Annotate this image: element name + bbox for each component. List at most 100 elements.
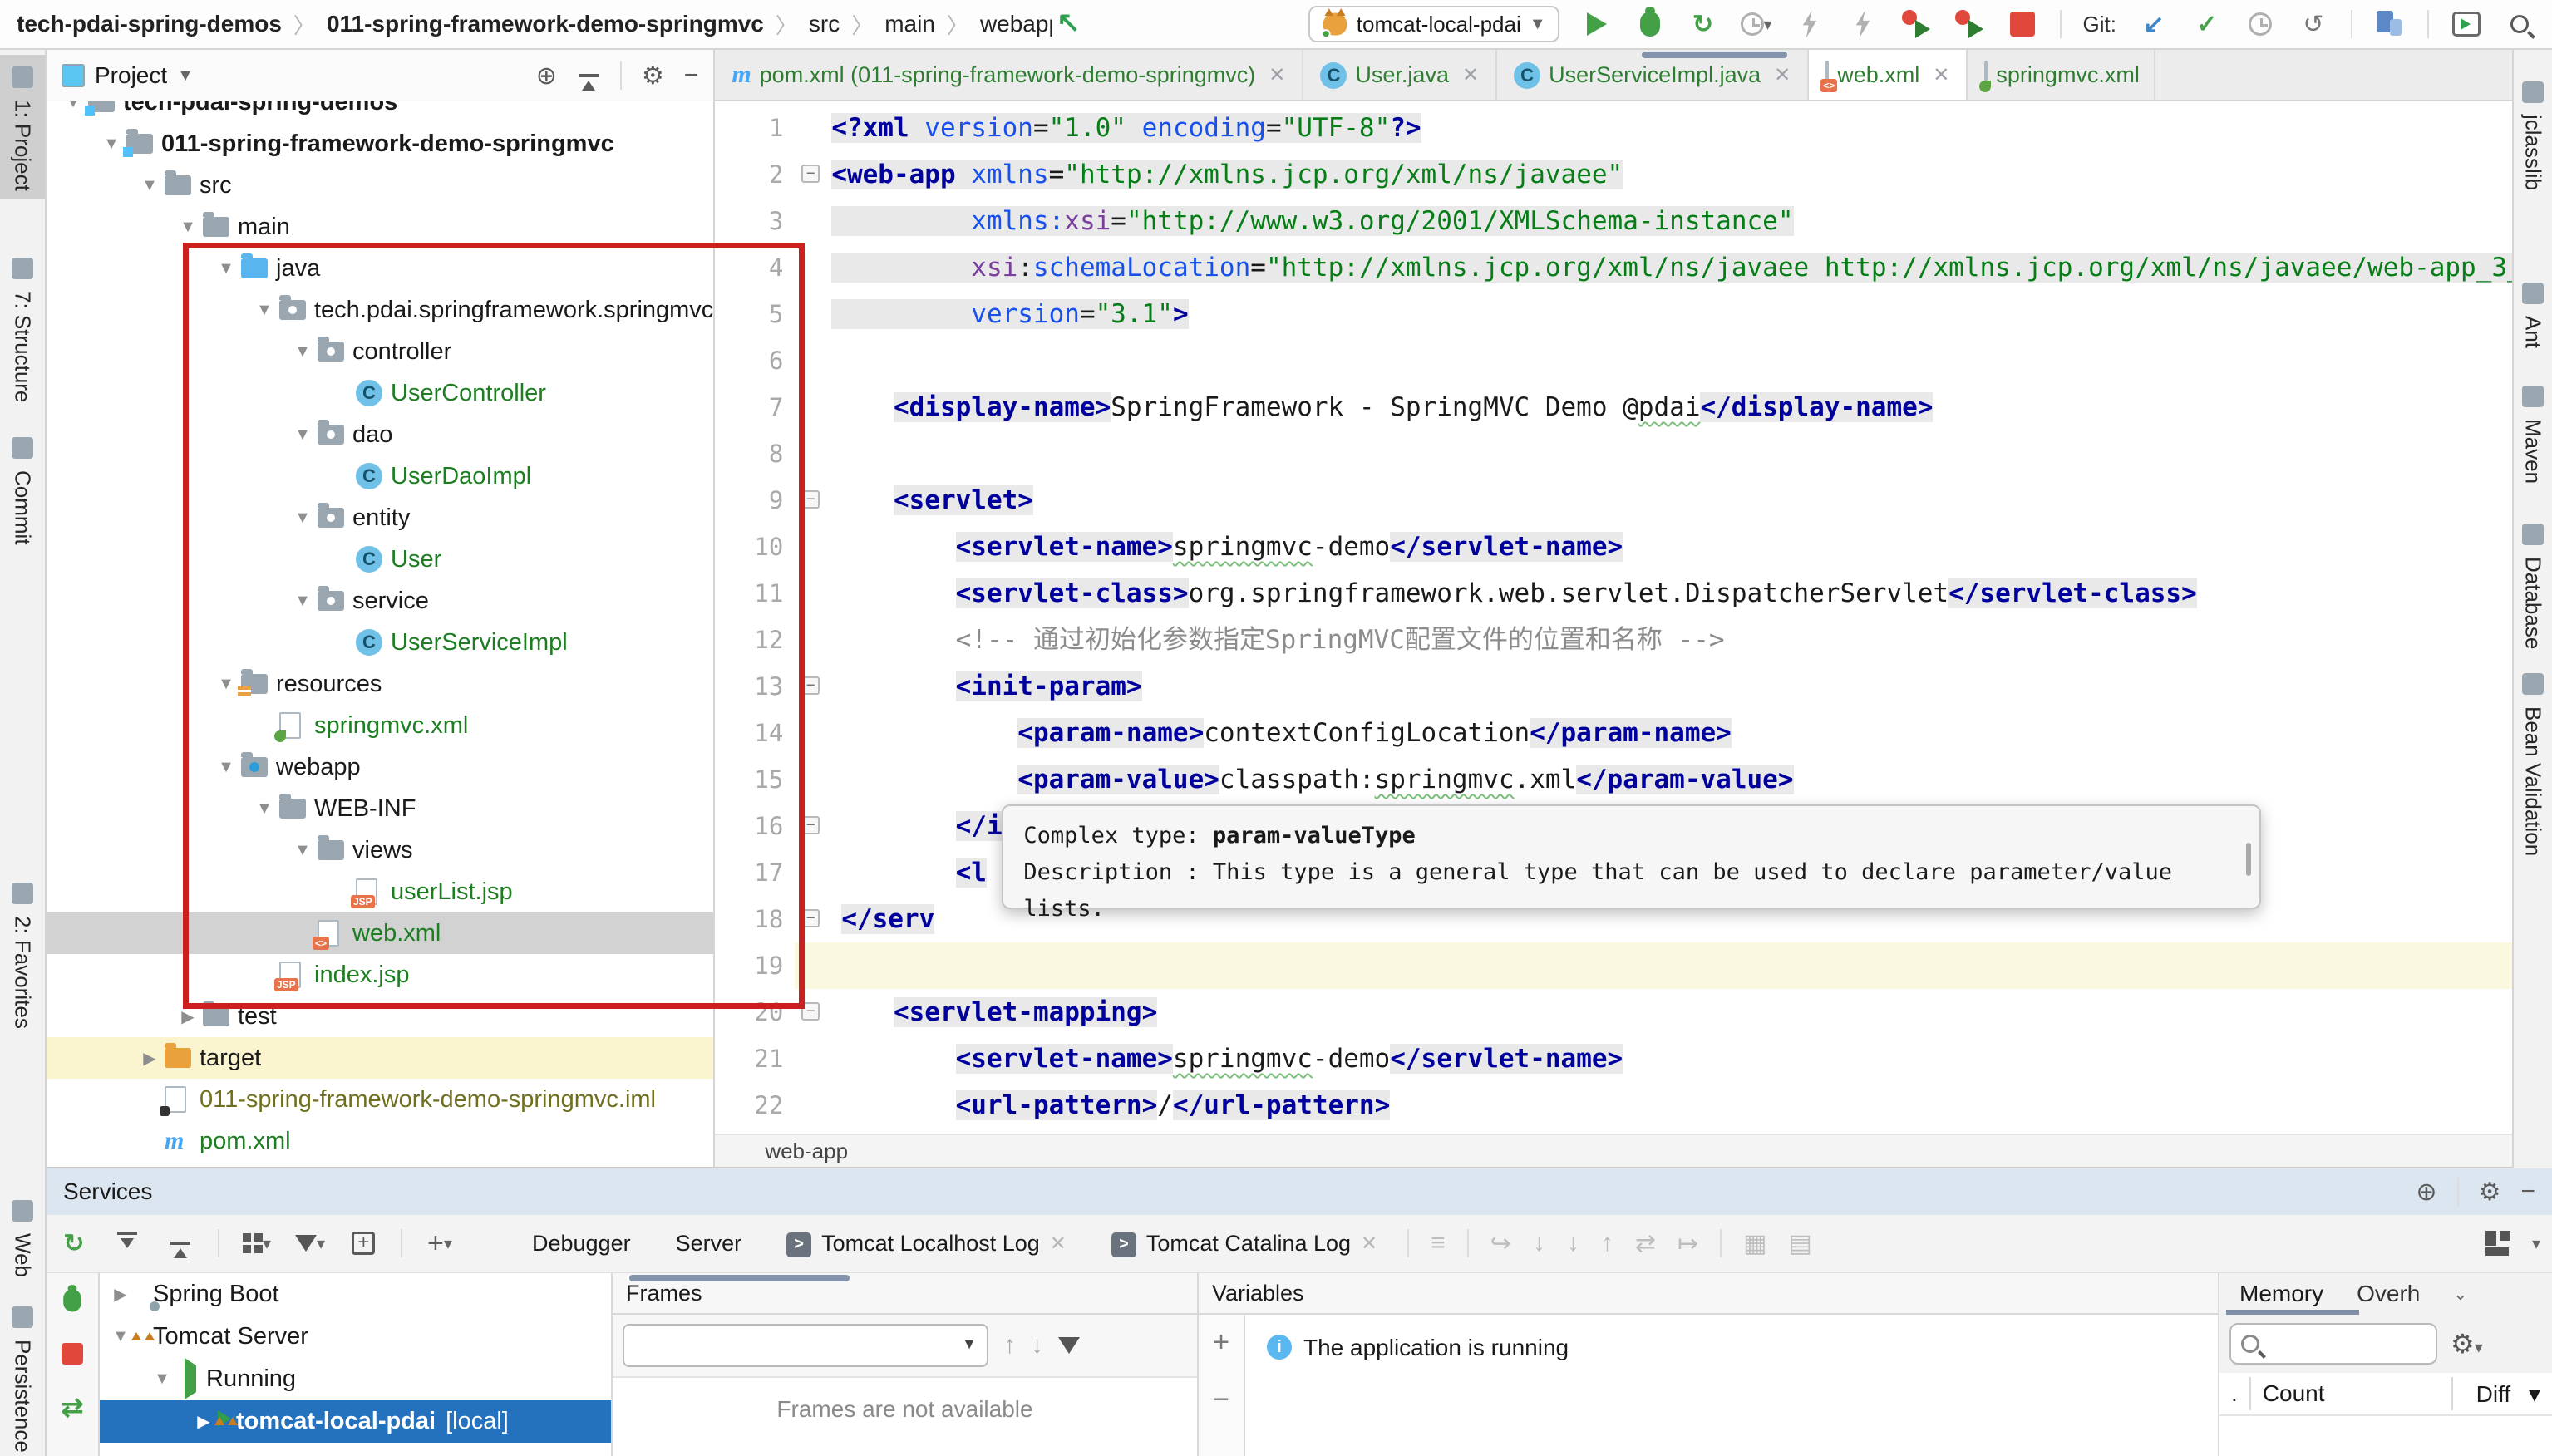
hide-panel-button[interactable]: − (684, 61, 699, 90)
tool-window-button-web[interactable]: Web (0, 1188, 45, 1286)
tool-window-button-commit[interactable]: Commit (0, 425, 45, 553)
tree-chevron-right-icon[interactable]: ▶ (173, 1006, 203, 1027)
group-by-button[interactable]: ▾ (241, 1227, 273, 1259)
chevron-down-icon[interactable]: ▾ (2532, 1233, 2540, 1254)
tab-scrollbar-thumb[interactable] (1642, 52, 1787, 58)
gear-icon[interactable]: ⚙ (2479, 1178, 2501, 1207)
fold-marker-icon[interactable]: − (801, 165, 820, 183)
tree-item-web-inf[interactable]: ▼WEB-INF (47, 788, 713, 829)
rerun-button[interactable]: ↻ (58, 1227, 90, 1259)
tree-chevron-down-icon[interactable]: ▼ (249, 799, 279, 819)
git-update-button[interactable]: ↙ (2138, 8, 2170, 40)
service-item-tomcat-server[interactable]: ▼Tomcat Server (100, 1316, 611, 1358)
gear-icon[interactable]: ⚙ (642, 61, 664, 91)
profiler-button[interactable]: ▾ (1741, 8, 1772, 40)
locate-file-button[interactable]: ⊕ (536, 61, 557, 91)
add-watch-button[interactable]: + (1213, 1326, 1229, 1359)
tree-item-usercontroller[interactable]: CUserController (47, 372, 713, 414)
code-line-19[interactable]: 19 (715, 942, 2552, 989)
service-item-spring-boot[interactable]: ▶Spring Boot (100, 1273, 611, 1316)
search-everywhere-button[interactable] (2504, 8, 2535, 40)
stop-button[interactable] (2007, 8, 2038, 40)
services-tab-debugger[interactable]: Debugger (524, 1231, 639, 1257)
threads-view-icon[interactable]: ≡ (1431, 1229, 1446, 1257)
git-commit-button[interactable]: ✓ (2191, 8, 2223, 40)
attach-debug-button[interactable] (1953, 8, 1985, 40)
breadcrumb-item[interactable]: 011-spring-framework-demo-springmvc (327, 11, 764, 37)
tree-item-controller[interactable]: ▼controller (47, 331, 713, 372)
tree-item-userdaoimpl[interactable]: CUserDaoImpl (47, 455, 713, 497)
tree-chevron-down-icon[interactable]: ▼ (173, 218, 203, 237)
fold-marker-icon[interactable]: − (801, 676, 820, 695)
column-diff[interactable]: Diff ▾ (2453, 1380, 2552, 1408)
tool-window-button-1-project[interactable]: 1: Project (0, 55, 45, 199)
code-line-3[interactable]: 3 xmlns:xsi="http://www.w3.org/2001/XMLS… (715, 198, 2552, 244)
fold-marker-icon[interactable]: − (801, 816, 820, 834)
tree-chevron-right-icon[interactable]: ▶ (191, 1411, 216, 1432)
terminal-button[interactable] (2451, 8, 2482, 40)
code-line-13[interactable]: 13− <init-param> (715, 663, 2552, 710)
tree-chevron-down-icon[interactable]: ▼ (108, 1327, 133, 1346)
diff-viewer-button[interactable] (2374, 8, 2406, 40)
code-line-11[interactable]: 11 <servlet-class>org.springframework.we… (715, 570, 2552, 617)
restart-debug-button[interactable] (57, 1285, 88, 1316)
filter-button[interactable]: ▾ (294, 1227, 326, 1259)
fold-marker-icon[interactable]: − (801, 490, 820, 509)
breadcrumb-item[interactable]: src (809, 11, 840, 37)
editor-tab-springmvc.xml[interactable]: springmvc.xml (1968, 50, 2155, 100)
services-tab-tomcat-localhost-log[interactable]: >Tomcat Localhost Log✕ (778, 1229, 1075, 1257)
code-line-1[interactable]: 1<?xml version="1.0" encoding="UTF-8"?> (715, 105, 2552, 151)
collapse-all-button[interactable] (165, 1227, 196, 1259)
tree-item-dao[interactable]: ▼dao (47, 414, 713, 455)
rollback-button[interactable]: ↺ (2298, 8, 2329, 40)
code-line-14[interactable]: 14 <param-name>contextConfigLocation</pa… (715, 710, 2552, 756)
gear-icon[interactable]: ⚙▾ (2451, 1328, 2483, 1360)
code-line-22[interactable]: 22 <url-pattern>/</url-pattern> (715, 1082, 2552, 1129)
code-line-20[interactable]: 20− <servlet-mapping> (715, 989, 2552, 1035)
fold-marker-icon[interactable]: − (801, 1002, 820, 1021)
tree-item-resources[interactable]: ▼resources (47, 663, 713, 705)
tree-item-views[interactable]: ▼views (47, 829, 713, 871)
tool-window-button-ant[interactable]: Ant (2514, 271, 2552, 357)
editor-tab-pom.xml[interactable]: mpom.xml (011-spring-framework-demo-spri… (715, 50, 1303, 100)
close-tab-icon[interactable]: ✕ (1462, 63, 1479, 87)
close-tab-icon[interactable]: ✕ (1361, 1232, 1377, 1256)
code-line-6[interactable]: 6 (715, 337, 2552, 384)
service-item-tomcat-local-pdai[interactable]: ▶tomcat-local-pdai [local] (100, 1400, 611, 1443)
hide-panel-button[interactable]: − (2520, 1178, 2535, 1206)
horizontal-scrollbar-thumb[interactable] (629, 1275, 850, 1281)
project-panel-title[interactable]: Project (95, 62, 167, 89)
tree-chevron-down-icon[interactable]: ▼ (288, 425, 318, 445)
tree-item-springmvc-xml[interactable]: springmvc.xml (47, 705, 713, 746)
tree-chevron-right-icon[interactable]: ▶ (135, 1048, 165, 1069)
run-config-select[interactable]: tomcat-local-pdai ▼ (1308, 6, 1559, 42)
code-line-2[interactable]: 2−<web-app xmlns="http://xmlns.jcp.org/x… (715, 151, 2552, 198)
editor-tab-user.java[interactable]: CUser.java✕ (1303, 50, 1497, 100)
attach-run-button[interactable] (1900, 8, 1932, 40)
remove-watch-button[interactable]: − (1213, 1384, 1229, 1416)
breadcrumb-item[interactable]: tech-pdai-spring-demos (17, 11, 282, 37)
collapse-all-button[interactable] (577, 64, 600, 87)
filter-frames-icon[interactable] (1058, 1337, 1080, 1354)
code-line-9[interactable]: 9− <servlet> (715, 477, 2552, 524)
code-editor[interactable]: 1<?xml version="1.0" encoding="UTF-8"?>2… (715, 101, 2552, 1134)
zoom-frame-button[interactable] (347, 1227, 379, 1259)
chevron-down-icon[interactable]: ▼ (177, 66, 194, 86)
breadcrumb-item[interactable]: main (884, 11, 935, 37)
xml-breadcrumb-webapp[interactable]: web-app (765, 1139, 848, 1164)
thread-select[interactable] (623, 1324, 988, 1367)
tree-item-user[interactable]: CUser (47, 539, 713, 580)
code-line-8[interactable]: 8 (715, 430, 2552, 477)
tab-overhead[interactable]: Overh (2357, 1281, 2420, 1307)
close-tab-icon[interactable]: ✕ (1774, 63, 1791, 87)
tree-item-011-spring-framework-demo-springmvc-iml[interactable]: 011-spring-framework-demo-springmvc.iml (47, 1079, 713, 1120)
tree-item-index-jsp[interactable]: JSPindex.jsp (47, 954, 713, 996)
tree-chevron-down-icon[interactable]: ▼ (211, 675, 241, 694)
update-application-button[interactable]: ⇄ (57, 1391, 88, 1423)
arrow-up-icon[interactable]: ↑ (1003, 1331, 1016, 1360)
tool-window-button-2-favorites[interactable]: 2: Favorites (0, 871, 45, 1037)
tree-item-pom-xml[interactable]: mpom.xml (47, 1120, 713, 1162)
tooltip-scrollbar[interactable] (2246, 843, 2251, 876)
tree-item-011-spring-framework-demo-springmvc[interactable]: ▼011-spring-framework-demo-springmvc (47, 123, 713, 165)
tool-window-button-persistence[interactable]: Persistence (0, 1295, 45, 1456)
